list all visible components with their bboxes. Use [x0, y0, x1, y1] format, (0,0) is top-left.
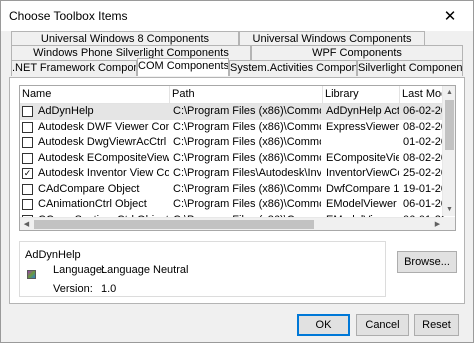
row-checkbox[interactable] [22, 199, 33, 210]
tab-label: .NET Framework Components [12, 62, 136, 74]
tab-net-framework-components[interactable]: .NET Framework Components [11, 60, 137, 76]
cell-last-modified: 01-02-2017 [403, 136, 444, 148]
row-checkbox[interactable] [22, 230, 33, 231]
row-checkbox[interactable] [22, 152, 33, 164]
cell-path: C:\Program Files\Autodesk\Inventor 2... [173, 167, 321, 179]
row-checkbox[interactable] [22, 121, 33, 133]
row-checkbox[interactable]: ✓ [22, 168, 33, 179]
cell-name: AdDynHelp [38, 105, 94, 117]
column-header-name[interactable]: Name [20, 86, 170, 104]
cell-name: Autodesk ECompositeViewer Contr... [38, 151, 169, 164]
row-checkbox[interactable] [22, 106, 33, 117]
cell-path: C:\Program Files (x86)\Common Files... [173, 198, 321, 210]
column-header-library[interactable]: Library [323, 86, 400, 104]
cell-library: AdDynHelp Acti... [326, 105, 399, 117]
cell-last-modified: 25-02-2016 [403, 167, 444, 179]
tab-com-components[interactable]: COM Components [137, 58, 229, 76]
tab-silverlight-components[interactable]: Silverlight Components [357, 60, 463, 76]
reset-button[interactable]: Reset [414, 314, 459, 336]
window-title: Choose Toolbox Items [9, 9, 128, 23]
cell-path: C:\Program Files (x86)\Common Files... [173, 120, 321, 133]
tab-label: System.Activities Components [230, 62, 356, 74]
cell-library: ExpressViewerDll... [326, 120, 399, 133]
cell-name: CAdCompare Object [38, 182, 140, 195]
close-icon: ✕ [443, 8, 457, 25]
tab-label: Universal Windows 8 Components [40, 33, 210, 45]
table-row[interactable]: Autodesk DwgViewrAcCtrl C:\Program Files … [20, 135, 444, 151]
table-row[interactable]: Autodesk ECompositeViewer Contr... C:\Pro… [20, 151, 444, 167]
cell-library: ECompositeViewer [326, 151, 399, 164]
browse-button[interactable]: Browse... [397, 251, 457, 273]
row-checkbox[interactable] [22, 137, 33, 148]
component-icon [27, 270, 36, 279]
table-row[interactable]: ✓ Autodesk Inventor View Control C:\Progra… [20, 166, 444, 182]
row-checkbox[interactable] [22, 183, 33, 195]
vertical-scrollbar[interactable]: ▲ ▼ [442, 86, 455, 216]
tab-wpf-components[interactable]: WPF Components [251, 45, 463, 61]
cell-library: EModelViewer 1... [326, 198, 399, 210]
scroll-down-icon[interactable]: ▼ [443, 203, 455, 216]
tab-label: Silverlight Components [358, 62, 463, 74]
list-rows: AdDynHelp C:\Program Files (x86)\Common F… [20, 104, 444, 231]
cell-path: C:\Program Files (x86)\Common Files... [173, 105, 321, 117]
cancel-button[interactable]: Cancel [356, 314, 409, 336]
cell-path: C:\Program Files (x86)\Common Files... [173, 182, 321, 195]
tab-label: Universal Windows Components [252, 33, 412, 45]
vertical-scroll-thumb[interactable] [445, 100, 454, 150]
scrollbar-corner [442, 217, 455, 230]
cell-library: InventorViewCo... [326, 167, 399, 179]
cell-library [326, 135, 399, 150]
cell-library: DwfCompare 1.0... [326, 182, 399, 195]
cell-last-modified: 08-02-2017 [403, 151, 444, 164]
info-component-name: AdDynHelp [25, 249, 81, 261]
table-row[interactable]: CAnimationCtrl Object C:\Program Files (x… [20, 197, 444, 213]
table-row[interactable]: AdDynHelp C:\Program Files (x86)\Common F… [20, 104, 444, 120]
cell-path: C:\Program Files (x86)\Common Files... [173, 136, 321, 148]
list-header: Name Path Library Last Modifi [20, 86, 455, 104]
language-value: Language Neutral [101, 264, 189, 276]
cell-name: Autodesk DwgViewrAcCtrl [38, 136, 167, 148]
cell-path: C:\Program Files (x86)\Common Files... [173, 151, 321, 164]
title-bar: Choose Toolbox Items ✕ [1, 1, 473, 31]
cell-name: CAnimationCtrl Object [38, 198, 147, 210]
horizontal-scroll-thumb[interactable] [34, 220, 314, 229]
column-header-path[interactable]: Path [170, 86, 323, 104]
cell-last-modified: 08-02-2017 [403, 120, 444, 133]
close-button[interactable]: ✕ [427, 1, 473, 31]
horizontal-scrollbar[interactable]: ◀ ▶ [20, 217, 444, 230]
table-row[interactable]: CAdCompare Object C:\Program Files (x86)\… [20, 182, 444, 198]
components-list[interactable]: Name Path Library Last Modifi AdDynHelp C… [19, 85, 456, 231]
cell-last-modified: 06-02-2015 [403, 105, 444, 117]
scroll-up-icon[interactable]: ▲ [443, 86, 455, 99]
cell-name: Autodesk Inventor View Control [38, 167, 169, 179]
version-label: Version: [53, 283, 93, 295]
language-label: Language: [53, 264, 105, 276]
tab-system-activities-components[interactable]: System.Activities Components [229, 60, 357, 76]
table-row[interactable]: Autodesk DWF Viewer Control C:\Program Fi… [20, 120, 444, 136]
scroll-left-icon[interactable]: ◀ [20, 218, 33, 230]
version-value: 1.0 [101, 283, 117, 295]
cell-name: Autodesk DWF Viewer Control [38, 120, 169, 133]
ok-button[interactable]: OK [297, 314, 350, 336]
cell-last-modified: 19-01-2017 [403, 182, 444, 195]
tab-label: COM Components [138, 60, 229, 72]
cell-last-modified: 06-01-2012 [403, 198, 444, 210]
tab-label: WPF Components [312, 47, 402, 59]
